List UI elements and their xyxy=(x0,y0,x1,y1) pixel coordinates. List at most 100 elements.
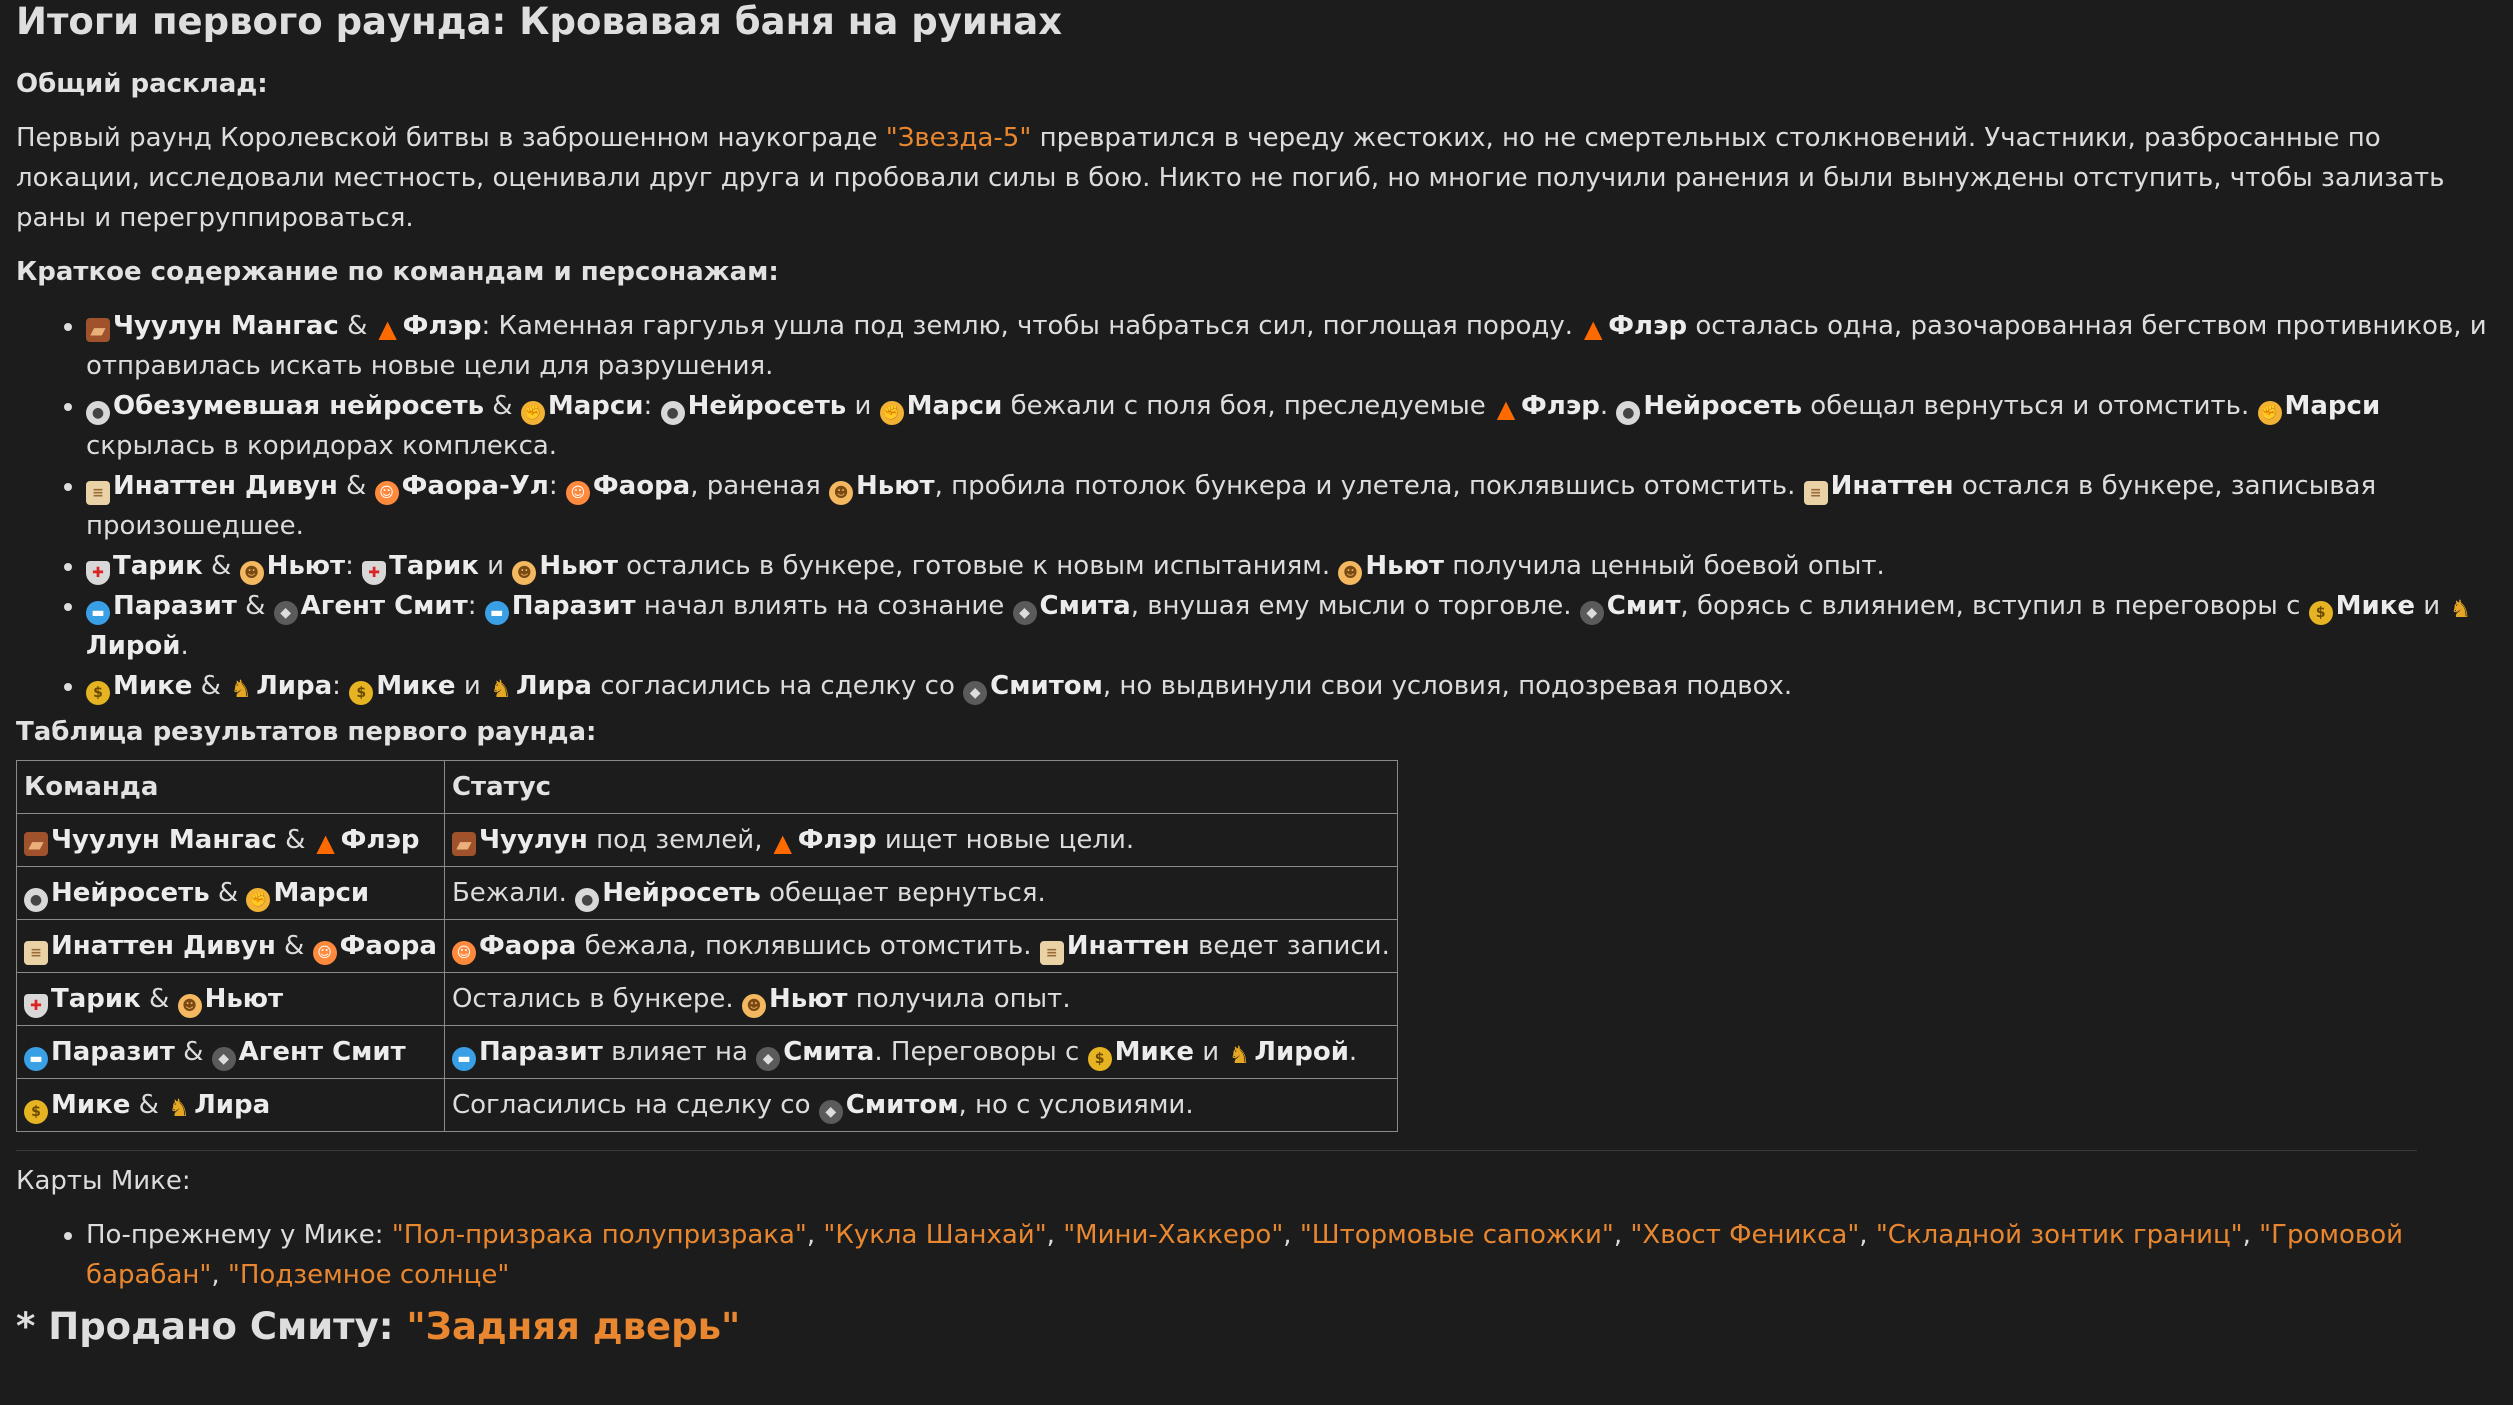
sold-item: "Задняя дверь" xyxy=(406,1305,741,1348)
card-name: "Кукла Шанхай" xyxy=(823,1220,1047,1250)
kid-icon: ☻ xyxy=(239,561,264,585)
table-row: ● Нейросеть & ✊ Марси Бежали. ● Нейросеть об… xyxy=(16,866,1398,920)
text-segment: & xyxy=(174,1037,212,1067)
scroll-icon: ≡ xyxy=(1803,481,1828,505)
text-segment: и xyxy=(846,391,880,421)
character-name: Ньют xyxy=(266,551,346,581)
card-separator: , xyxy=(1283,1220,1300,1250)
table-row: ▬ Паразит & ◆ Агент Смит ▬ Паразит влияет на… xyxy=(16,1025,1398,1079)
fire-icon: ▲ xyxy=(316,829,335,857)
text-segment: & xyxy=(337,471,375,501)
detective-icon: ◆ xyxy=(273,601,298,625)
character-name: Чуулун xyxy=(478,825,588,855)
pill-icon: ▬ xyxy=(24,1047,48,1071)
table-row: ▰ Чуулун Мангас & ▲ Флэр ▰ Чуулун под землей… xyxy=(16,813,1398,867)
shield-icon: ✚ xyxy=(362,561,387,585)
text-segment: & xyxy=(276,825,314,855)
character-name: Смитом xyxy=(845,1090,959,1120)
pill-icon: ▬ xyxy=(451,1047,476,1071)
character-name: Лира xyxy=(256,671,333,701)
text-segment: и xyxy=(2415,591,2449,621)
results-table: Команда Статус ▰ Чуулун Мангас & ▲ Флэр ▰ Чу… xyxy=(16,760,1398,1132)
text-segment: & xyxy=(338,311,376,341)
rock-icon: ▰ xyxy=(451,832,476,856)
kid-icon: ☻ xyxy=(829,481,854,505)
text-segment: получила опыт. xyxy=(847,984,1071,1014)
character-name: Тарик xyxy=(113,551,203,581)
text-segment: & xyxy=(130,1090,168,1120)
text-segment: Остались в бункере. xyxy=(451,984,742,1014)
text-segment: Бежали. xyxy=(451,878,576,908)
summary-item: ✚Тарик & ☻Ньют: ✚Тарик и ☻Ньют остались … xyxy=(86,546,2497,586)
results-body: ▰ Чуулун Мангас & ▲ Флэр ▰ Чуулун под землей… xyxy=(16,813,1398,1132)
fist-icon: ✊ xyxy=(246,888,271,912)
team-cell: $ Мике & ♞ Лира xyxy=(16,1078,445,1132)
text-segment: и xyxy=(1193,1037,1228,1067)
goat-icon: ♞ xyxy=(230,675,252,703)
character-name: Обезумевшая нейросеть xyxy=(113,391,485,421)
mask-icon: ● xyxy=(24,888,48,912)
card-name: "Складной зонтик границ" xyxy=(1875,1220,2243,1250)
text-segment: бежала, поклявшись отомстить. xyxy=(576,931,1040,961)
character-name: Лирой xyxy=(1254,1037,1349,1067)
character-name: Инаттен xyxy=(1830,471,1954,501)
scroll-icon: ≡ xyxy=(86,481,110,505)
character-name: Смитом xyxy=(990,671,1103,701)
character-name: Тарик xyxy=(51,984,141,1014)
text-segment: & xyxy=(484,391,521,421)
status-cell: ▰ Чуулун под землей, ▲ Флэр ищет новые цел… xyxy=(443,813,1398,867)
text-segment: : xyxy=(332,671,350,701)
mask-icon: ● xyxy=(575,888,600,912)
character-name: Фаора-Ул xyxy=(401,471,549,501)
team-cell: ▰ Чуулун Мангас & ▲ Флэр xyxy=(16,813,445,867)
status-cell: Остались в бункере. ☻ Ньют получила опыт. xyxy=(443,972,1398,1026)
cards-inline: "Пол-призрака полупризрака", "Кукла Шанх… xyxy=(86,1220,2403,1290)
character-name: Нейросеть xyxy=(602,878,761,908)
shield-icon: ✚ xyxy=(24,994,48,1018)
team-cell: ✚ Тарик & ☻ Ньют xyxy=(16,972,445,1026)
mask-icon: ● xyxy=(660,401,685,425)
character-name: Лирой xyxy=(86,631,181,661)
money-bag-icon: $ xyxy=(86,681,110,705)
fist-icon: ✊ xyxy=(2257,401,2282,425)
mask-icon: ● xyxy=(1616,401,1641,425)
character-name: Марси xyxy=(2284,391,2381,421)
page: Итоги первого раунда: Кровавая баня на р… xyxy=(0,0,2513,1351)
text-segment: и xyxy=(455,671,489,701)
text-segment: : xyxy=(345,551,363,581)
text-segment: . xyxy=(180,631,189,661)
text-segment: и xyxy=(478,551,513,581)
character-name: Чуулун Мангас xyxy=(51,825,277,855)
text-segment: , пробила потолок бункера и улетела, пок… xyxy=(934,471,1804,501)
character-name: Ньют xyxy=(204,984,284,1014)
kid-icon: ☻ xyxy=(1338,561,1363,585)
card-name: "Мини-Хаккеро" xyxy=(1063,1220,1284,1250)
text-segment: , но с условиями. xyxy=(958,1090,1194,1120)
character-name: Паразит xyxy=(113,591,237,621)
sold-prefix: * Продано Смиту: xyxy=(16,1305,407,1348)
character-name: Флэр xyxy=(797,825,877,855)
money-bag-icon: $ xyxy=(2308,601,2333,625)
character-name: Смита xyxy=(783,1037,875,1067)
goat-icon: ♞ xyxy=(490,675,512,703)
text-segment: & xyxy=(192,671,230,701)
text-segment: , борясь с влиянием, вступил в переговор… xyxy=(1680,591,2309,621)
detective-icon: ◆ xyxy=(756,1047,781,1071)
text-segment: ищет новые цели. xyxy=(876,825,1135,855)
character-name: Ньют xyxy=(856,471,935,501)
overview-text: Первый раунд Королевской битвы в заброше… xyxy=(16,118,2497,238)
text-segment: & xyxy=(209,878,247,908)
fire-icon: ▲ xyxy=(1584,315,1603,343)
text-segment: получила ценный боевой опыт. xyxy=(1443,551,1885,581)
results-header-row: Команда Статус xyxy=(16,760,1398,814)
card-name: "Штормовые сапожки" xyxy=(1299,1220,1614,1250)
character-name: Ньют xyxy=(1365,551,1444,581)
goat-icon: ♞ xyxy=(1228,1041,1251,1069)
character-name: Мике xyxy=(2335,591,2416,621)
shield-icon: ✚ xyxy=(86,561,110,585)
elf-icon: ☺ xyxy=(565,481,590,505)
card-separator: , xyxy=(806,1220,824,1250)
text-segment: & xyxy=(202,551,240,581)
text-segment: обещал вернуться и отомстить. xyxy=(1802,391,2258,421)
character-name: Чуулун Мангас xyxy=(113,311,339,341)
